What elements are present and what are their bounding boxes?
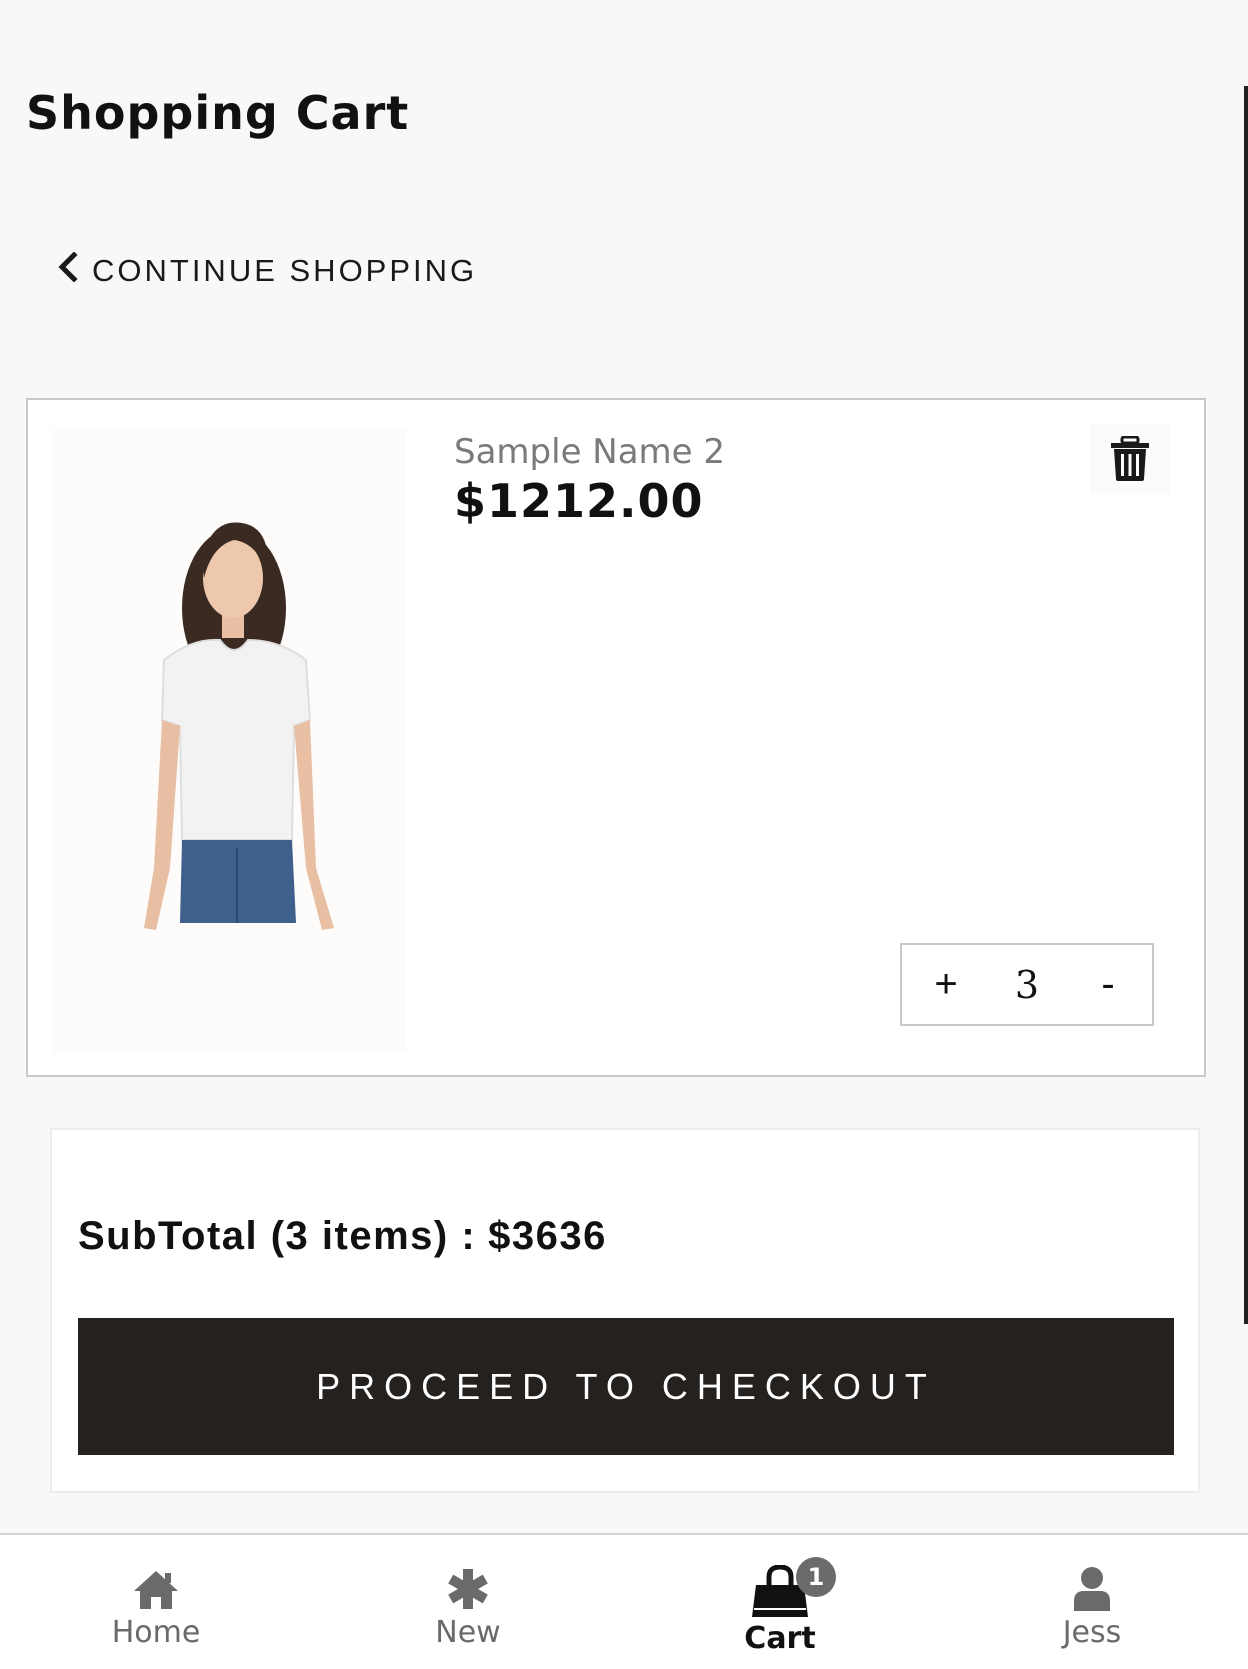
chevron-left-icon: [56, 251, 78, 290]
product-photo: [52, 428, 406, 1053]
nav-item-new[interactable]: New: [312, 1535, 624, 1669]
page-title: Shopping Cart: [26, 86, 410, 140]
nav-item-profile[interactable]: Jess: [936, 1535, 1248, 1669]
user-icon: [1074, 1567, 1110, 1611]
continue-shopping-label: CONTINUE SHOPPING: [92, 253, 478, 288]
home-icon: [134, 1571, 178, 1609]
nav-item-home[interactable]: Home: [0, 1535, 312, 1669]
cart-item: Sample Name 2 $1212.00 + 3 -: [26, 398, 1206, 1077]
subtotal-value: $3636: [488, 1214, 607, 1258]
checkout-button[interactable]: PROCEED TO CHECKOUT: [78, 1318, 1174, 1455]
scrollbar[interactable]: [1244, 86, 1248, 1324]
continue-shopping-link[interactable]: CONTINUE SHOPPING: [56, 251, 478, 290]
nav-label-profile: Jess: [1062, 1615, 1122, 1650]
asterisk-icon: [448, 1569, 488, 1609]
trash-icon: [1111, 436, 1149, 481]
delete-item-button[interactable]: [1090, 424, 1170, 494]
quantity-stepper: + 3 -: [900, 943, 1154, 1026]
subtotal-label: SubTotal (3 items) :: [78, 1214, 477, 1258]
increment-button[interactable]: +: [926, 962, 966, 1007]
nav-label-cart: Cart: [744, 1621, 816, 1656]
nav-label-new: New: [435, 1615, 501, 1650]
cart-icon-wrap: 1: [750, 1557, 836, 1619]
subtotal: SubTotal (3 items) : $3636: [78, 1214, 607, 1259]
product-price: $1212.00: [454, 474, 704, 528]
order-summary: SubTotal (3 items) : $3636 PROCEED TO CH…: [50, 1128, 1200, 1493]
cart-count-badge: 1: [796, 1557, 836, 1597]
product-name[interactable]: Sample Name 2: [454, 432, 725, 472]
product-image[interactable]: [52, 428, 406, 1053]
nav-item-cart[interactable]: 1 Cart: [624, 1535, 936, 1669]
quantity-value: 3: [1014, 962, 1040, 1007]
bottom-nav: Home New 1 Cart Jess: [0, 1533, 1248, 1669]
nav-label-home: Home: [111, 1615, 201, 1650]
decrement-button[interactable]: -: [1088, 962, 1128, 1007]
